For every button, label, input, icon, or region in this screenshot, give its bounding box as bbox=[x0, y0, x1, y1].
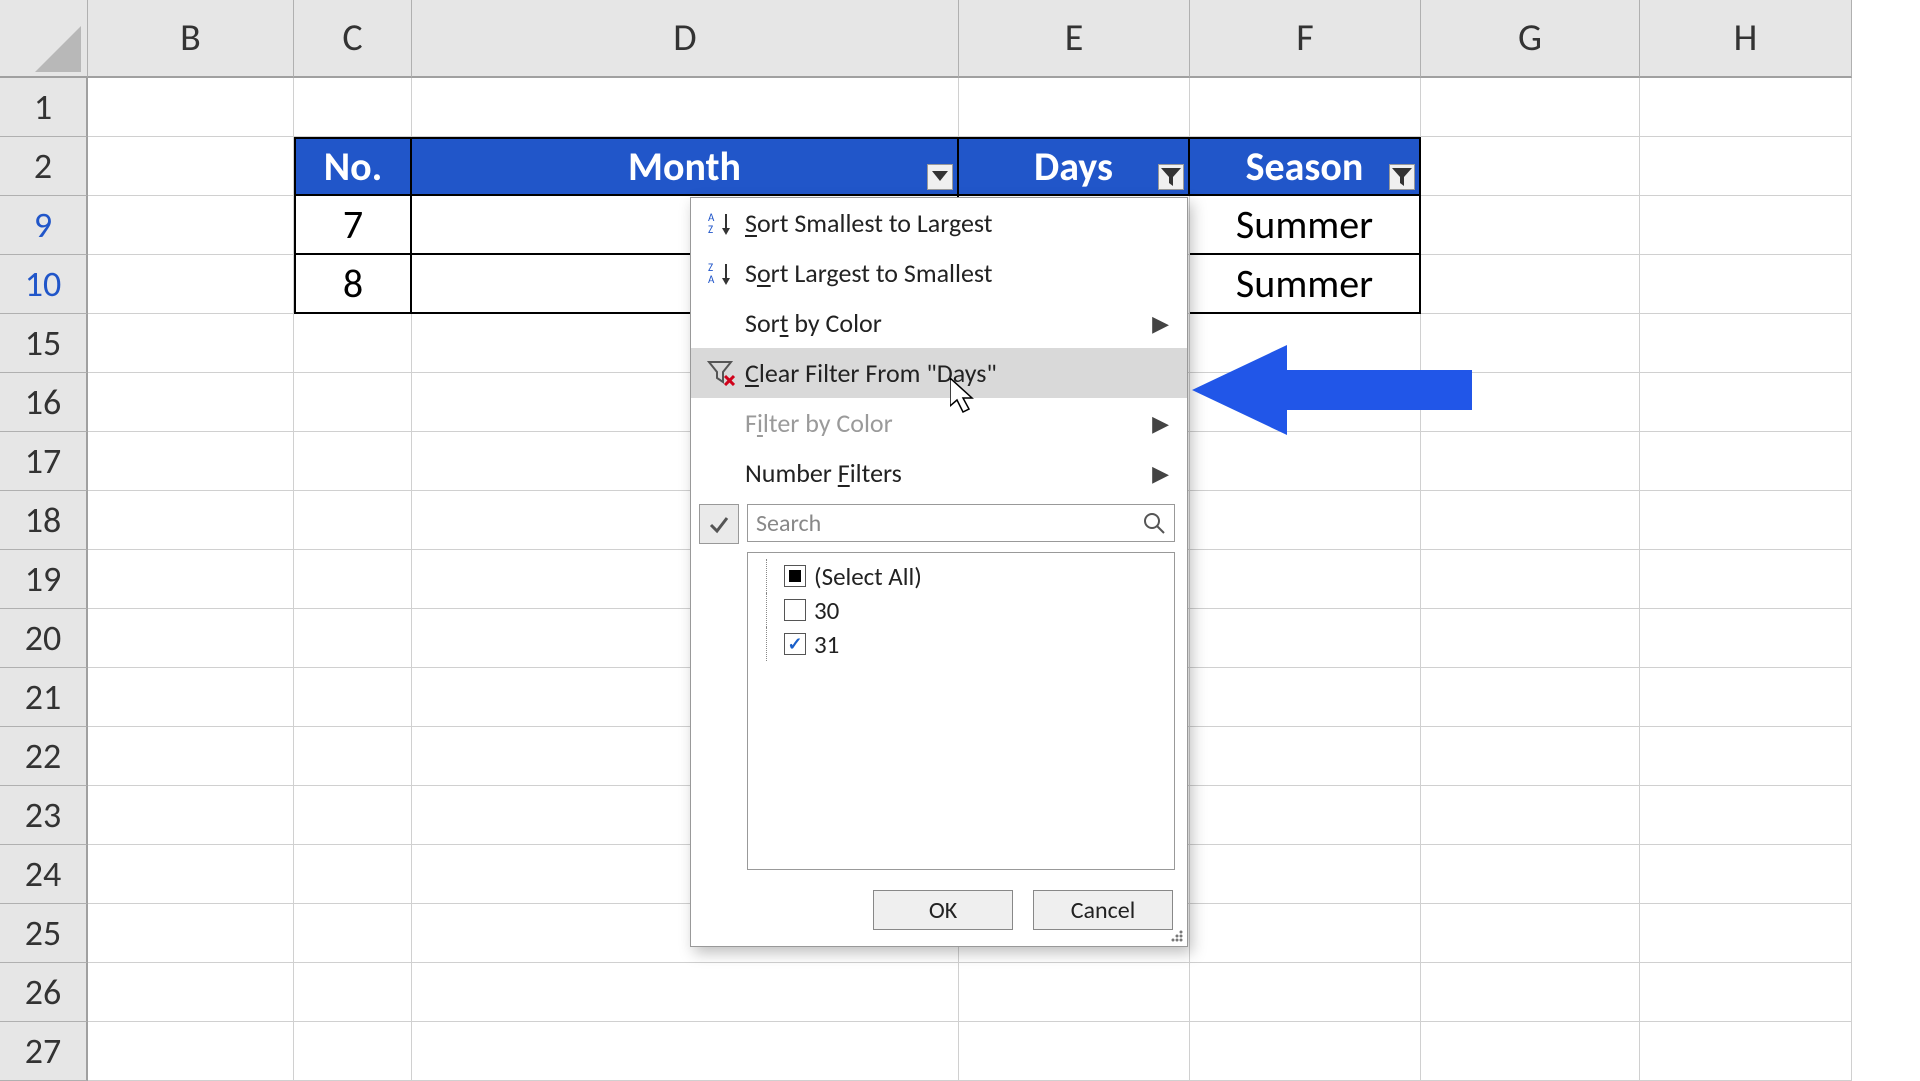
row-header-25[interactable]: 25 bbox=[0, 904, 88, 963]
cell-no-r1[interactable]: 7 bbox=[294, 196, 412, 255]
row-header-27[interactable]: 27 bbox=[0, 1022, 88, 1081]
tree-item-30-label: 30 bbox=[814, 595, 839, 626]
header-days[interactable]: Days bbox=[959, 137, 1190, 196]
column-headers-row: BCDEFGH bbox=[0, 0, 1852, 78]
tree-item-30[interactable]: 30 bbox=[758, 593, 1164, 627]
row-header-19[interactable]: 19 bbox=[0, 550, 88, 609]
cell-no-r2[interactable]: 8 bbox=[294, 255, 412, 314]
tree-item-31[interactable]: 31 bbox=[758, 627, 1164, 661]
header-days-label: Days bbox=[1034, 142, 1113, 191]
row-header-2[interactable]: 2 bbox=[0, 137, 88, 196]
row-header-17[interactable]: 17 bbox=[0, 432, 88, 491]
filter-dropdown: AZ Sort Smallest to Largest ZA Sort Larg… bbox=[690, 197, 1188, 947]
column-header-c[interactable]: C bbox=[294, 0, 412, 78]
row-header-9[interactable]: 9 bbox=[0, 196, 88, 255]
menu-sort-asc-label: Sort Smallest to Largest bbox=[741, 207, 1169, 239]
chevron-right-icon: ▶ bbox=[1152, 410, 1169, 437]
filter-button-season[interactable] bbox=[1389, 164, 1415, 190]
tree-select-all[interactable]: (Select All) bbox=[758, 559, 1164, 593]
svg-text:A: A bbox=[708, 273, 715, 286]
menu-number-filters[interactable]: Number Filters ▶ bbox=[691, 448, 1187, 498]
chevron-right-icon: ▶ bbox=[1152, 460, 1169, 487]
filter-active-icon bbox=[1161, 168, 1181, 186]
chevron-right-icon: ▶ bbox=[1152, 310, 1169, 337]
row-header-26[interactable]: 26 bbox=[0, 963, 88, 1022]
column-header-g[interactable]: G bbox=[1421, 0, 1640, 78]
select-all-triangle-icon bbox=[35, 26, 81, 72]
menu-clear-filter[interactable]: Clear Filter From "Days" bbox=[691, 348, 1187, 398]
cell-season-r1[interactable]: Summer bbox=[1190, 196, 1421, 255]
search-icon bbox=[1142, 511, 1166, 535]
sort-asc-icon: AZ bbox=[701, 210, 741, 236]
row-header-21[interactable]: 21 bbox=[0, 668, 88, 727]
select-all-corner[interactable] bbox=[0, 0, 88, 78]
header-season-label: Season bbox=[1246, 142, 1364, 191]
sort-desc-icon: ZA bbox=[701, 260, 741, 286]
menu-sort-color-label: Sort by Color bbox=[741, 307, 1152, 339]
dropdown-arrow-icon bbox=[932, 171, 948, 183]
check-icon bbox=[708, 513, 730, 535]
filter-values-tree[interactable]: (Select All) 30 31 bbox=[747, 552, 1175, 870]
resize-grip-icon[interactable] bbox=[1170, 929, 1184, 943]
column-header-b[interactable]: B bbox=[88, 0, 294, 78]
menu-number-filters-label: Number Filters bbox=[741, 457, 1152, 489]
header-month-label: Month bbox=[628, 142, 741, 191]
search-placeholder: Search bbox=[756, 509, 1142, 538]
header-no[interactable]: No. bbox=[294, 137, 412, 196]
clear-filter-icon bbox=[701, 360, 741, 386]
tree-item-31-label: 31 bbox=[814, 629, 839, 660]
cancel-button[interactable]: Cancel bbox=[1033, 890, 1173, 930]
header-no-label: No. bbox=[324, 142, 383, 191]
column-header-e[interactable]: E bbox=[959, 0, 1190, 78]
row-header-24[interactable]: 24 bbox=[0, 845, 88, 904]
annotation-arrow-icon bbox=[1192, 345, 1482, 455]
checkbox-unchecked-icon[interactable] bbox=[784, 599, 806, 621]
row-header-16[interactable]: 16 bbox=[0, 373, 88, 432]
filter-active-icon bbox=[1392, 168, 1412, 186]
cell-season-r2[interactable]: Summer bbox=[1190, 255, 1421, 314]
row-header-22[interactable]: 22 bbox=[0, 727, 88, 786]
menu-filter-color-label: Filter by Color bbox=[741, 407, 1152, 439]
row-header-1[interactable]: 1 bbox=[0, 78, 88, 137]
row-header-23[interactable]: 23 bbox=[0, 786, 88, 845]
row-headers: 1291015161718192021222324252627 bbox=[0, 78, 88, 1081]
ok-button[interactable]: OK bbox=[873, 890, 1013, 930]
column-header-h[interactable]: H bbox=[1640, 0, 1852, 78]
column-header-d[interactable]: D bbox=[412, 0, 959, 78]
menu-sort-asc[interactable]: AZ Sort Smallest to Largest bbox=[691, 198, 1187, 248]
tree-select-all-label: (Select All) bbox=[814, 561, 922, 592]
column-header-f[interactable]: F bbox=[1190, 0, 1421, 78]
multiselect-toggle[interactable] bbox=[699, 504, 739, 544]
row-header-18[interactable]: 18 bbox=[0, 491, 88, 550]
menu-filter-color: Filter by Color ▶ bbox=[691, 398, 1187, 448]
row-header-10[interactable]: 10 bbox=[0, 255, 88, 314]
header-month[interactable]: Month bbox=[412, 137, 959, 196]
checkbox-checked-icon[interactable] bbox=[784, 633, 806, 655]
checkbox-mixed-icon[interactable] bbox=[784, 565, 806, 587]
row-header-15[interactable]: 15 bbox=[0, 314, 88, 373]
filter-button-month[interactable] bbox=[927, 164, 953, 190]
filter-button-days[interactable] bbox=[1158, 164, 1184, 190]
menu-clear-filter-label: Clear Filter From "Days" bbox=[741, 357, 1169, 389]
menu-sort-desc[interactable]: ZA Sort Largest to Smallest bbox=[691, 248, 1187, 298]
row-header-20[interactable]: 20 bbox=[0, 609, 88, 668]
filter-search-input[interactable]: Search bbox=[747, 504, 1175, 542]
svg-text:Z: Z bbox=[708, 223, 713, 236]
header-season[interactable]: Season bbox=[1190, 137, 1421, 196]
menu-sort-color[interactable]: Sort by Color ▶ bbox=[691, 298, 1187, 348]
menu-sort-desc-label: Sort Largest to Smallest bbox=[741, 257, 1169, 289]
